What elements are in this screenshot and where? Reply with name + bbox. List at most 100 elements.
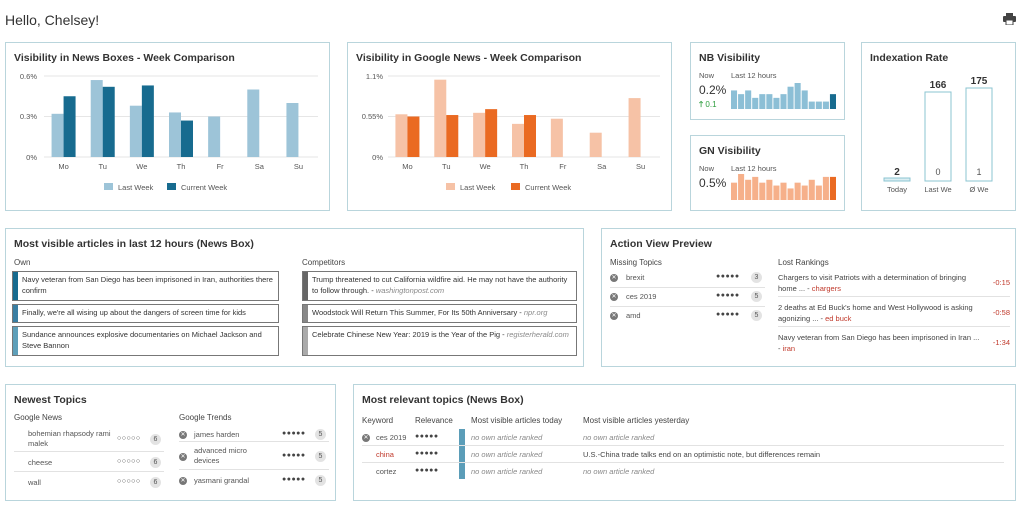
spark-bar	[829, 176, 836, 200]
bar-current-week-mo	[63, 96, 76, 157]
own-article[interactable]: Finally, we're all wising up about the d…	[12, 304, 279, 323]
bar-last-week-tu	[434, 79, 447, 157]
lost-ranking-row[interactable]: 2 deaths at Ed Buck's home and West Holl…	[778, 299, 1010, 327]
most-visible-articles-card: Most visible articles in last 12 hours (…	[5, 228, 584, 367]
gn-week-comparison-card: Visibility in Google News - Week Compari…	[347, 42, 672, 211]
remove-icon[interactable]: ✕	[610, 312, 618, 320]
x-tick: Fr	[559, 162, 567, 171]
trend-topic-row: ✕ yasmani grandal ●●●●● 5	[179, 472, 329, 490]
remove-icon[interactable]: ✕	[179, 453, 187, 461]
spark-bar	[738, 174, 745, 200]
gn-vis-value: 0.5%	[699, 176, 727, 190]
bar-last-week-tu	[90, 80, 103, 157]
bar-last-week-mo	[395, 114, 408, 157]
indexation-rate-card: Indexation Rate 2 166 175 0 1 Today Last…	[861, 42, 1016, 211]
spark-bar	[745, 179, 752, 200]
bar-last-week-sa	[247, 89, 260, 157]
newest-topics-card: Newest Topics Google News Google Trends …	[5, 384, 336, 501]
last-12h-label: Last 12 hours	[731, 164, 777, 173]
col-keyword: Keyword	[362, 416, 394, 425]
spark-bar	[780, 94, 787, 109]
legend-last: Last Week	[118, 183, 154, 192]
competitor-article[interactable]: Trump threatened to cut California wildf…	[302, 271, 577, 301]
bar-current-week-we	[485, 109, 498, 157]
bar-last-week-we	[129, 105, 142, 157]
x-tick: Su	[294, 162, 303, 171]
remove-icon[interactable]: ✕	[610, 293, 618, 301]
legend-last: Last Week	[460, 183, 496, 192]
spark-bar	[822, 176, 829, 200]
own-article[interactable]: Navy veteran from San Diego has been imp…	[12, 271, 279, 301]
table-row: cortez ●●●●● no own article ranked no ow…	[376, 467, 655, 476]
x-tick: Su	[636, 162, 645, 171]
bar-current-week-th	[524, 115, 536, 157]
nb-vis-title: NB Visibility	[699, 52, 761, 64]
legend-swatch-current	[511, 183, 520, 190]
nb-vis-delta: 🡑 0.1	[699, 99, 717, 113]
y-tick: 0.3%	[20, 112, 37, 121]
spark-bar	[752, 176, 759, 200]
x-tick: Sa	[255, 162, 265, 171]
newest-title: Newest Topics	[14, 394, 87, 406]
spark-bar	[787, 86, 794, 109]
competitor-article[interactable]: Woodstock Will Return This Summer, For I…	[302, 304, 577, 323]
spark-bar	[787, 188, 794, 200]
action-view-preview-card: Action View Preview Missing Topics Lost …	[601, 228, 1016, 367]
remove-icon[interactable]: ✕	[179, 477, 187, 485]
x-tick: Mo	[402, 162, 412, 171]
spark-bar	[773, 185, 780, 200]
bar-last-week-th	[169, 112, 181, 157]
index-value-today: 2	[894, 167, 900, 178]
x-tick: Tu	[98, 162, 106, 171]
google-trends-label: Google Trends	[179, 413, 232, 422]
relevant-title: Most relevant topics (News Box)	[362, 394, 524, 406]
x-tick: Th	[520, 162, 529, 171]
x-tick: Th	[177, 162, 186, 171]
spark-bar	[822, 101, 829, 109]
legend-swatch-last	[104, 183, 113, 190]
remove-icon[interactable]: ✕	[362, 434, 370, 442]
bar-last-week-sa	[589, 132, 602, 157]
spark-bar	[738, 94, 745, 109]
remove-icon[interactable]: ✕	[179, 431, 187, 439]
bar-last-week-fr	[550, 118, 563, 157]
articles-title: Most visible articles in last 12 hours (…	[14, 238, 254, 250]
x-tick: Sa	[597, 162, 607, 171]
google-news-label: Google News	[14, 413, 63, 422]
news-topic-row: wall ○○○○○ 6	[14, 472, 164, 492]
x-tick: Fr	[217, 162, 225, 171]
legend-swatch-last	[446, 183, 455, 190]
missing-topics-label: Missing Topics	[610, 258, 662, 267]
bar-last-week-we	[473, 112, 486, 157]
index-label-today: Today	[887, 185, 907, 194]
bar-current-week-tu	[102, 86, 115, 157]
spark-bar	[773, 97, 780, 109]
last-12h-label: Last 12 hours	[731, 71, 777, 80]
remove-icon[interactable]: ✕	[610, 274, 618, 282]
index-value-last-we: 166	[930, 80, 947, 91]
bar-current-week-mo	[407, 116, 420, 157]
spark-bar	[731, 182, 738, 200]
index-label-last-we: Last We	[924, 185, 951, 194]
own-article[interactable]: Sundance announces explosive documentari…	[12, 326, 279, 356]
bar-last-week-fr	[208, 116, 221, 157]
missing-topic-row: ✕ ces 2019 ●●●●● 5	[610, 288, 765, 307]
news-topic-row: cheese ○○○○○ 6	[14, 452, 164, 472]
lost-rankings-label: Lost Rankings	[778, 258, 829, 267]
spark-bar	[815, 185, 822, 200]
index-inner-avg-we: 1	[976, 167, 981, 177]
nb-sparkline	[731, 83, 836, 109]
print-icon[interactable]	[1003, 12, 1016, 26]
lost-ranking-row[interactable]: Navy veteran from San Diego has been imp…	[778, 329, 1010, 357]
now-label: Now	[699, 164, 715, 173]
competitor-article[interactable]: Celebrate Chinese New Year: 2019 is the …	[302, 326, 577, 356]
arrow-up-icon: 🡑	[699, 100, 704, 109]
x-tick: We	[136, 162, 147, 171]
index-label-avg-we: Ø We	[969, 185, 988, 194]
x-tick: Mo	[58, 162, 68, 171]
spark-bar	[801, 185, 808, 200]
lost-ranking-row[interactable]: Chargers to visit Patriots with a determ…	[778, 269, 1010, 297]
legend-current: Current Week	[525, 183, 571, 192]
nb-week-chart: Mo Tu We Th Fr Sa Su 0.6% 0.3% 0% Last Week Cu…	[20, 72, 318, 192]
spark-bar	[780, 182, 787, 200]
